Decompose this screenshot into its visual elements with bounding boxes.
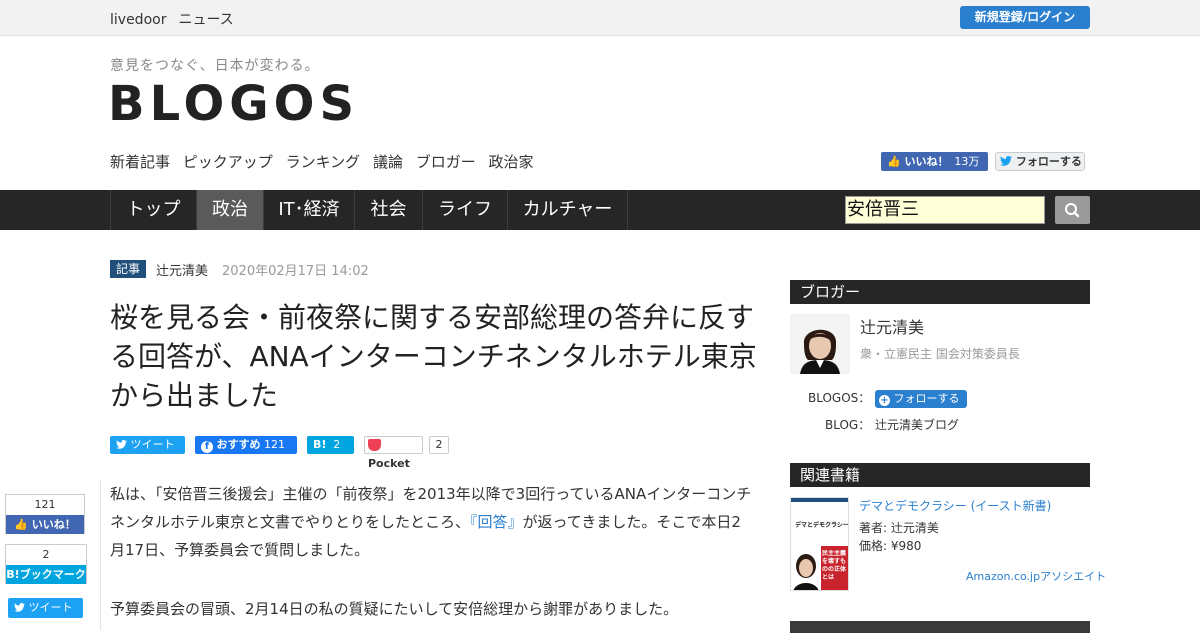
blogger-role: 衆・立憲民主 国会対策委員長 — [860, 347, 1020, 361]
floating-fb-count: 121 — [34, 498, 56, 511]
thumbs-up-icon: 👍 — [887, 155, 901, 168]
book-cover-image[interactable]: デマとデモクラシー 民主主義を壊すものの正体とは — [790, 497, 849, 591]
avatar-portrait — [790, 314, 850, 374]
tab-it-economy[interactable]: IT･経済 — [263, 190, 354, 230]
floating-hatena-count: 2 — [42, 548, 50, 561]
book-price: 価格: ¥980 — [859, 539, 922, 553]
subnav-ranking[interactable]: ランキング — [286, 153, 361, 171]
blogos-label: BLOGOS： — [808, 391, 871, 405]
floating-fb-button[interactable]: 👍 いいね！ — [6, 515, 84, 534]
subnav-politicians[interactable]: 政治家 — [489, 153, 534, 171]
tab-society[interactable]: 社会 — [354, 190, 422, 230]
subnav-pickup[interactable]: ピックアップ — [183, 153, 273, 171]
thumbs-up-icon: 👍 — [14, 518, 28, 531]
plus-icon: + — [879, 395, 890, 406]
floating-hatena-bookmark[interactable]: 2 B!ブックマーク — [5, 544, 87, 584]
search-button[interactable] — [1055, 196, 1090, 224]
brand-label: livedoor — [110, 12, 167, 28]
hatena-count: 2 — [333, 438, 341, 451]
tab-life[interactable]: ライフ — [422, 190, 507, 230]
pocket-count: 2 — [429, 436, 449, 454]
paragraph: 予算委員会の冒頭、2月14日の私の質疑にたいして安倍総理から謝罪がありました。 — [110, 600, 679, 618]
tab-culture[interactable]: カルチャー — [507, 190, 628, 230]
book-cover-text: 民主主義を壊すものの正体とは — [822, 550, 847, 581]
blog-name-link[interactable]: 辻元清美ブログ — [875, 416, 959, 433]
twitter-follow-button[interactable]: フォローする — [995, 152, 1085, 171]
book-author: 著者: 辻元清美 — [859, 521, 939, 535]
brand-sub-label: ニュース — [178, 12, 234, 28]
register-login-button[interactable]: 新規登録/ログイン — [960, 6, 1090, 29]
site-brand[interactable]: livedoor ニュース — [110, 9, 234, 29]
blog-label: BLOG： — [825, 418, 871, 432]
floating-fb-label: いいね！ — [31, 518, 76, 531]
paragraph: 私は、「安倍晋三後援会」主催の「前夜祭」を2013年以降で3回行っているANAイ… — [110, 480, 755, 564]
tab-top[interactable]: トップ — [110, 190, 196, 230]
twitter-bird-icon — [14, 603, 25, 612]
pocket-button[interactable]: Pocket — [364, 436, 423, 470]
book-title-link[interactable]: デマとデモクラシー (イースト新書) — [859, 497, 1051, 514]
sidebar-bottom-tabs — [790, 621, 1090, 633]
subnav-bloggers[interactable]: ブロガー — [416, 153, 476, 171]
pocket-icon — [368, 439, 381, 451]
amazon-associate-link[interactable]: Amazon.co.jpアソシエイト — [966, 568, 1106, 584]
follow-label: フォローする — [893, 392, 960, 405]
hatena-bookmark-button[interactable]: B! 2 — [307, 436, 354, 454]
sub-navigation: 新着記事 ピックアップ ランキング 議論 ブロガー 政治家 — [110, 151, 542, 172]
facebook-like-button[interactable]: 👍 いいね！ 13万 — [881, 152, 988, 171]
subnav-discussion[interactable]: 議論 — [373, 153, 403, 171]
floating-facebook-like[interactable]: 121 👍 いいね！ — [5, 494, 85, 534]
search-input[interactable]: 安倍晋三 — [845, 196, 1045, 224]
tweet-button[interactable]: ツイート — [110, 436, 185, 454]
pocket-label: Pocket — [368, 457, 410, 470]
facebook-icon: f — [201, 441, 213, 453]
facebook-recommend-count: 121 — [264, 438, 285, 451]
follow-button[interactable]: + フォローする — [875, 390, 967, 408]
twitter-bird-icon — [116, 440, 127, 449]
subnav-new-articles[interactable]: 新着記事 — [110, 153, 170, 171]
blogger-name[interactable]: 辻元清美 — [860, 314, 924, 338]
facebook-like-label: いいね！ — [904, 155, 949, 168]
facebook-like-count: 13万 — [954, 155, 980, 168]
article-author[interactable]: 辻元清美 — [156, 260, 208, 279]
floating-hatena-button[interactable]: B!ブックマーク — [6, 565, 86, 584]
search-icon — [1065, 203, 1080, 218]
tab-politics[interactable]: 政治 — [196, 190, 263, 230]
blogger-avatar[interactable] — [790, 314, 850, 374]
hatena-label: B! — [313, 438, 327, 451]
floating-tweet-button[interactable]: ツイート — [8, 598, 83, 618]
article-title: 桜を見る会・前夜祭に関する安部総理の答弁に反する回答が、ANAインターコンチネン… — [110, 301, 757, 412]
blogger-section-heading: ブロガー — [790, 280, 1090, 304]
related-books-heading: 関連書籍 — [790, 463, 1090, 487]
site-tagline: 意見をつなぐ、日本が変わる。 — [110, 58, 320, 74]
floating-tweet-label: ツイート — [28, 601, 73, 614]
category-badge[interactable]: 記事 — [110, 260, 146, 278]
body-divider — [100, 480, 101, 630]
top-bar: livedoor ニュース 新規登録/ログイン — [0, 0, 1200, 36]
tweet-label: ツイート — [130, 438, 175, 451]
article-body: 私は、「安倍晋三後援会」主催の「前夜祭」を2013年以降で3回行っているANAイ… — [110, 480, 755, 623]
facebook-recommend-label: おすすめ — [216, 438, 261, 451]
article-date: 2020年02月17日 14:02 — [222, 264, 369, 279]
facebook-recommend-button[interactable]: f おすすめ 121 — [195, 436, 297, 454]
site-logo[interactable]: BLOGOS — [108, 76, 359, 132]
twitter-follow-label: フォローする — [1015, 155, 1082, 168]
answer-link[interactable]: 『回答』 — [470, 513, 523, 531]
twitter-bird-icon — [1000, 156, 1012, 166]
